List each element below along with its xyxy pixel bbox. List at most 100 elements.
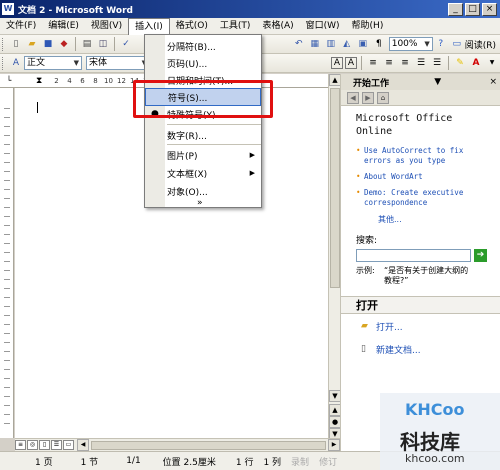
insert-menu-dropdown: 分隔符(B)... 页码(U)... 日期和时间(T)... 符号(S)... … xyxy=(144,34,262,208)
expand-menu-icon[interactable]: » xyxy=(145,194,261,212)
save-icon[interactable]: ■ xyxy=(41,37,55,51)
new-document-link[interactable]: 新建文档... xyxy=(376,343,421,356)
horizontal-scrollbar[interactable]: ≡ ◎ ▯ ☰ ▭ ◀ ▶ xyxy=(15,438,340,451)
show-hide-icon[interactable]: ¶ xyxy=(372,37,386,51)
menu-insert[interactable]: 插入(I) xyxy=(128,17,170,35)
example-text: “是否有关于创建大纲的教程?” xyxy=(384,266,469,285)
close-button[interactable]: × xyxy=(482,2,497,16)
menu-item-number[interactable]: 数字(R)... xyxy=(145,126,261,144)
menu-item-break[interactable]: 分隔符(B)... xyxy=(145,37,261,55)
align-left-icon[interactable]: ≡ xyxy=(366,56,380,70)
submenu-arrow-icon: ▶ xyxy=(249,151,255,159)
print-preview-icon[interactable]: ◫ xyxy=(96,37,110,51)
spelling-icon[interactable]: ✓ xyxy=(119,37,133,51)
h-scroll-thumb[interactable] xyxy=(91,440,326,450)
read-icon[interactable]: ▭ xyxy=(450,37,464,51)
menu-item-picture[interactable]: 图片(P) ▶ xyxy=(145,146,261,164)
word-app-icon: W xyxy=(2,3,14,15)
watermark-text: 科技库 xyxy=(400,430,460,454)
task-pane-menu-icon[interactable]: ▼ xyxy=(434,77,441,87)
watermark-url: khcoo.com xyxy=(405,452,465,465)
reading-mode-button[interactable]: 阅读(R) xyxy=(465,38,496,51)
status-record[interactable]: 录制 xyxy=(286,455,314,468)
forward-icon[interactable]: ▶ xyxy=(362,91,374,104)
help-icon[interactable]: ? xyxy=(434,37,448,51)
outline-view-icon[interactable]: ☰ xyxy=(51,440,62,450)
ruler-number: 6 xyxy=(80,77,85,85)
new-document-icon[interactable]: ▯ xyxy=(9,37,23,51)
task-pane-title: 开始工作 xyxy=(353,78,390,89)
table-icon[interactable]: ▦ xyxy=(308,37,322,51)
status-pages-of: 1/1 xyxy=(126,456,141,466)
center-icon[interactable]: ≡ xyxy=(382,56,396,70)
text-border-icon[interactable]: A xyxy=(345,57,357,69)
chevron-down-icon[interactable]: ▼ xyxy=(485,56,499,70)
maximize-button[interactable]: □ xyxy=(465,2,480,16)
task-pane-header: 开始工作 ▼ × xyxy=(341,74,500,90)
scroll-right-icon[interactable]: ▶ xyxy=(328,439,340,451)
vertical-ruler[interactable] xyxy=(0,88,14,438)
home-icon[interactable]: ⌂ xyxy=(377,91,389,104)
toolbar-grip[interactable] xyxy=(2,37,5,51)
toolbar-grip-2[interactable] xyxy=(2,56,5,70)
normal-view-icon[interactable]: ≡ xyxy=(15,440,26,450)
open-folder-icon[interactable]: ▰ xyxy=(25,37,39,51)
menu-file[interactable]: 文件(F) xyxy=(0,19,42,34)
menu-format[interactable]: 格式(O) xyxy=(170,19,214,34)
open-section-title: 打开 xyxy=(341,296,500,314)
watermark-logo: KHCoo xyxy=(405,400,465,419)
drawing-icon[interactable]: ◭ xyxy=(340,37,354,51)
menu-item-textbox[interactable]: 文本框(X) ▶ xyxy=(145,164,261,182)
minimize-button[interactable]: _ xyxy=(448,2,463,16)
ruler-number: 8 xyxy=(93,77,98,85)
demo-link[interactable]: Demo: Create executive correspondence xyxy=(356,188,494,208)
numbering-icon[interactable]: ☰ xyxy=(430,56,444,70)
print-icon[interactable]: ▤ xyxy=(80,37,94,51)
status-page: 1 页 xyxy=(35,457,53,468)
indent-marker-icon[interactable]: ⧗ xyxy=(36,74,42,88)
columns-icon[interactable]: ▥ xyxy=(324,37,338,51)
search-label: 搜索: xyxy=(356,236,378,246)
menu-window[interactable]: 窗口(W) xyxy=(300,19,346,34)
menu-help[interactable]: 帮助(H) xyxy=(346,19,390,34)
task-pane-close-icon[interactable]: × xyxy=(489,77,497,87)
style-select[interactable]: 正文 ▼ xyxy=(24,56,82,70)
document-map-icon[interactable]: ▣ xyxy=(356,37,370,51)
print-view-icon[interactable]: ▯ xyxy=(39,440,50,450)
scroll-left-icon[interactable]: ◀ xyxy=(77,439,89,451)
font-color-icon[interactable]: A xyxy=(469,56,483,70)
text-cursor xyxy=(37,102,38,113)
bullets-icon[interactable]: ☰ xyxy=(414,56,428,70)
search-go-icon[interactable]: ➔ xyxy=(474,249,487,262)
reading-view-icon[interactable]: ▭ xyxy=(63,440,74,450)
undo-icon[interactable]: ↶ xyxy=(292,37,306,51)
autocorrect-link[interactable]: Use AutoCorrect to fix errors as you typ… xyxy=(356,146,494,166)
menu-tools[interactable]: 工具(T) xyxy=(214,19,257,34)
watermark: KHCoo 科技库 khcoo.com xyxy=(380,393,500,470)
back-icon[interactable]: ◀ xyxy=(347,91,359,104)
status-line: 1 行 xyxy=(235,457,254,468)
tab-selector-icon[interactable]: └ xyxy=(2,74,16,88)
menu-item-page-numbers[interactable]: 页码(U)... xyxy=(145,54,261,72)
status-column: 1 列 xyxy=(263,457,282,468)
font-grow-button[interactable]: A xyxy=(331,57,343,69)
vertical-scrollbar[interactable]: ▲ ▼ ▲ ● ▼ xyxy=(328,74,341,440)
zoom-select[interactable]: 100% ▼ xyxy=(388,37,433,51)
task-pane-nav: ◀ ▶ ⌂ xyxy=(341,90,500,106)
menu-edit[interactable]: 编辑(E) xyxy=(42,19,85,34)
search-input[interactable] xyxy=(356,249,471,262)
font-select[interactable]: 宋体▼ xyxy=(86,56,150,70)
open-link[interactable]: 打开... xyxy=(376,320,403,333)
web-view-icon[interactable]: ◎ xyxy=(27,440,38,450)
justify-icon[interactable]: ≡ xyxy=(398,56,412,70)
permission-icon[interactable]: ◆ xyxy=(57,37,71,51)
menu-view[interactable]: 视图(V) xyxy=(85,19,128,34)
scroll-thumb[interactable] xyxy=(330,88,340,288)
status-track[interactable]: 修订 xyxy=(314,455,342,468)
more-link[interactable]: 其他... xyxy=(378,214,500,225)
styles-icon[interactable]: A xyxy=(9,56,23,70)
ruler-number: 10 xyxy=(104,77,113,85)
menu-table[interactable]: 表格(A) xyxy=(256,19,299,34)
highlight-icon[interactable]: ✎ xyxy=(453,56,467,70)
wordart-link[interactable]: About WordArt xyxy=(356,172,494,182)
